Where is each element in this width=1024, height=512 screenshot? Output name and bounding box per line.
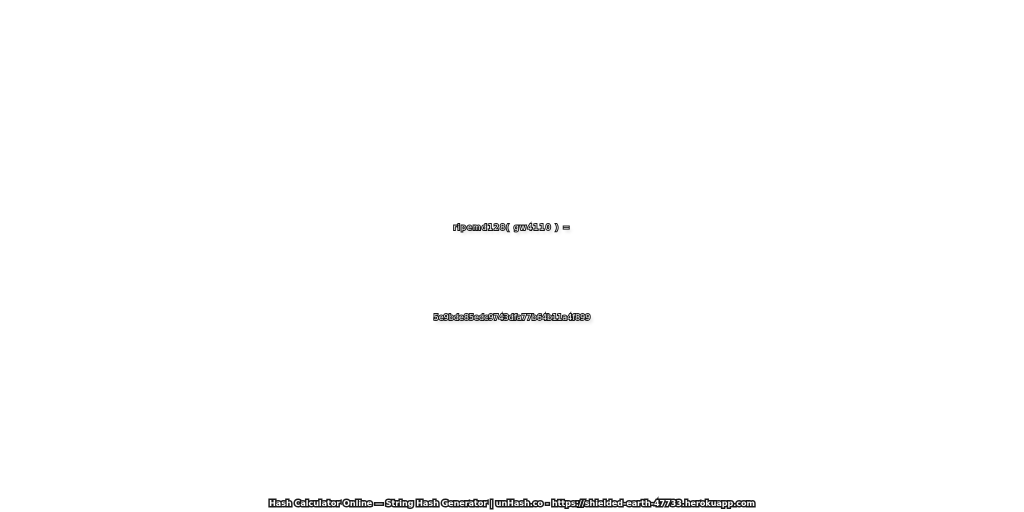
hash-expression: ripemd128( gw4110 ) =	[452, 222, 571, 233]
footer-credit: Hash Calculator Online — String Hash Gen…	[268, 498, 757, 510]
hash-result: 5e9bde85edc9743dfa77b64b11a4f899	[433, 312, 592, 323]
hash-image-canvas: ripemd128( gw4110 ) = 5e9bde85edc9743dfa…	[0, 0, 1024, 512]
